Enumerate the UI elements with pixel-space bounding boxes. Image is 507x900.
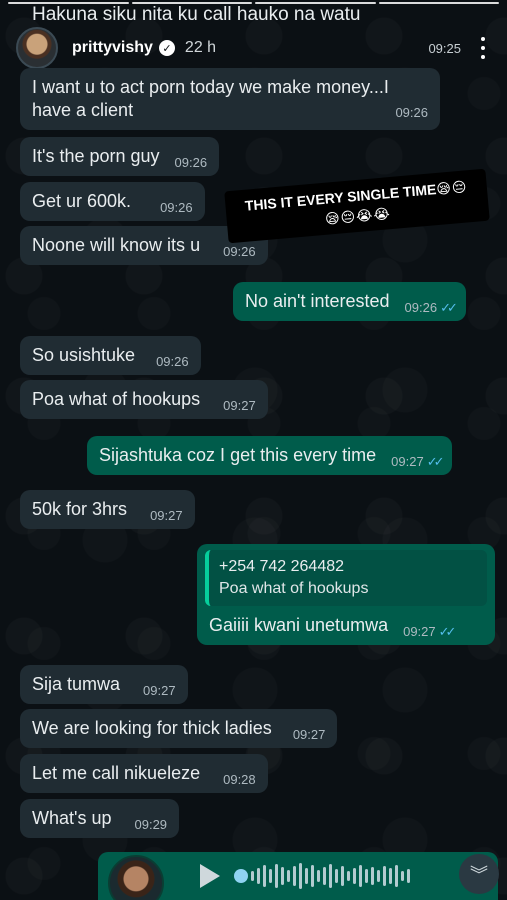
message-text: Noone will know its u (32, 235, 201, 255)
message-time: 09:27 ✓✓ (403, 624, 457, 639)
message-text: It's the porn guy (32, 146, 160, 166)
message-text: No ain't interested (245, 291, 390, 311)
message-time: 09:26 (174, 155, 208, 170)
message-text: Let me call nikueleze (32, 763, 201, 783)
message-bubble[interactable]: We are looking for thick ladies 09:27 (20, 709, 338, 748)
message-time: 09:26 (156, 354, 189, 369)
voice-message-bubble[interactable] (98, 852, 498, 900)
reply-message-bubble[interactable]: +254 742 264482 Poa what of hookups Gaii… (197, 544, 495, 645)
message-time: 09:29 (134, 817, 168, 832)
message-time: 09:26 (395, 105, 428, 120)
message-bubble[interactable]: Get ur 600k. 09:26 (20, 182, 205, 221)
message-time: 09:27 ✓✓ (391, 454, 445, 469)
header-time: 09:25 (428, 40, 461, 56)
message-text: Sija tumwa (32, 674, 121, 694)
username[interactable]: prittyvishy (72, 39, 153, 57)
message-text: 50k for 3hrs (32, 499, 128, 519)
message-text: What's up (32, 808, 112, 828)
avatar[interactable] (16, 27, 58, 69)
message-text: Sijashtuka coz I get this every time (99, 445, 377, 465)
message-bubble[interactable]: It's the porn guy 09:26 (20, 137, 220, 176)
message-time: 09:26 (223, 244, 256, 259)
sticker-emoji: 😪😔 (435, 178, 469, 197)
quoted-sender: +254 742 264482 (219, 558, 345, 575)
read-ticks-icon: ✓✓ (440, 300, 458, 315)
story-age: 22 h (184, 39, 217, 56)
message-text: Gaiiii kwani unetumwa (209, 615, 389, 635)
message-text: So usishtuke (32, 345, 136, 365)
play-icon[interactable] (200, 864, 220, 888)
message-bubble[interactable]: Sija tumwa 09:27 (20, 665, 188, 704)
quoted-text: Poa what of hookups (219, 580, 369, 597)
message-bubble[interactable]: Let me call nikueleze 09:28 (20, 754, 268, 793)
message-time: 09:27 (150, 508, 183, 523)
message-bubble[interactable]: So usishtuke 09:26 (20, 336, 201, 375)
read-ticks-icon: ✓✓ (426, 454, 445, 469)
message-time: 09:28 (223, 772, 256, 787)
story-caption: Hakuna siku nita ku call hauko na watu (32, 4, 361, 25)
read-ticks-icon: ✓✓ (438, 624, 457, 639)
message-time: 09:26 (160, 200, 193, 215)
message-text: We are looking for thick ladies (32, 718, 272, 738)
story-header: prittyvishy ✓ 22 h 09:25 (16, 27, 495, 69)
message-bubble[interactable]: Sijashtuka coz I get this every time 09:… (87, 436, 453, 475)
audio-waveform[interactable] (234, 863, 410, 889)
message-text: I want u to act porn today we make money… (32, 77, 389, 120)
avatar (108, 855, 164, 900)
message-bubble[interactable]: What's up 09:29 (20, 799, 180, 838)
message-text: Get ur 600k. (32, 191, 132, 211)
quoted-message[interactable]: +254 742 264482 Poa what of hookups (205, 550, 487, 606)
message-time: 09:27 (292, 727, 326, 742)
message-bubble[interactable]: Poa what of hookups 09:27 (20, 380, 268, 419)
message-text: Poa what of hookups (32, 389, 201, 409)
more-vertical-icon[interactable] (473, 34, 493, 62)
message-bubble[interactable]: I want u to act porn today we make money… (20, 68, 440, 130)
chevron-double-down-icon[interactable]: ︾ (459, 854, 499, 894)
message-time: 09:26 ✓✓ (404, 300, 458, 315)
message-bubble[interactable]: No ain't interested 09:26 ✓✓ (233, 282, 466, 321)
check-badge-icon: ✓ (158, 40, 175, 56)
playhead-dot[interactable] (234, 869, 248, 883)
message-time: 09:27 (143, 683, 176, 698)
message-bubble[interactable]: 50k for 3hrs 09:27 (20, 490, 195, 529)
message-time: 09:27 (223, 398, 256, 413)
